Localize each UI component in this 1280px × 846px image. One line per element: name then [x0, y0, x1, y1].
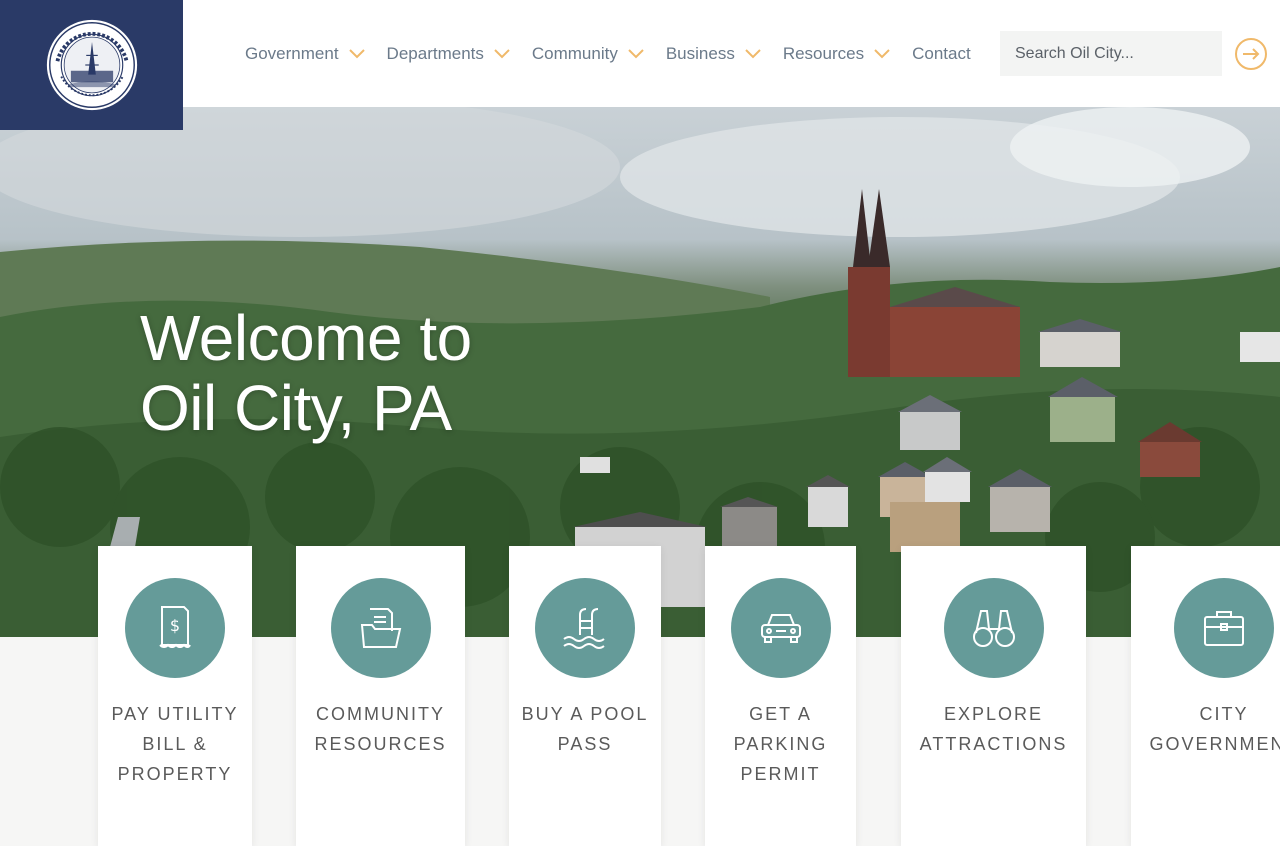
pool-icon — [563, 608, 605, 649]
card-icon-circle — [943, 578, 1044, 678]
card-icon-circle — [1174, 578, 1274, 678]
card-buy-pool-pass[interactable]: Buy a Pool Pass — [509, 546, 661, 846]
card-city-government[interactable]: City Government — [1131, 546, 1280, 846]
nav-item-resources[interactable]: Resources — [783, 44, 890, 64]
hero-title-line2: Oil City, PA — [140, 372, 452, 444]
chevron-down-icon — [745, 48, 761, 58]
city-seal-icon — [46, 19, 137, 111]
search-input[interactable] — [1000, 44, 1222, 63]
card-label: Buy a Pool Pass — [521, 704, 649, 754]
card-label: City Government — [1149, 704, 1280, 754]
nav-label: Business — [665, 43, 735, 63]
nav-item-community[interactable]: Community — [532, 44, 644, 64]
card-label: Pay Utility Bill & Property — [111, 704, 239, 784]
hero-title: Welcome to Oil City, PA — [140, 303, 472, 443]
nav-label: Resources — [782, 43, 865, 63]
card-community-resources[interactable]: Community Resources — [296, 546, 465, 846]
nav-label: Departments — [386, 43, 484, 63]
nav-item-contact[interactable]: Contact — [912, 44, 971, 64]
nav-item-departments[interactable]: Departments — [387, 44, 510, 64]
folder-icon — [360, 608, 401, 648]
nav-item-government[interactable]: Government — [245, 44, 365, 64]
site-header: Government Departments Community Busines… — [0, 0, 1280, 107]
chevron-down-icon — [874, 48, 890, 58]
card-icon-circle: $ — [125, 578, 225, 678]
card-parking-permit[interactable]: Get a Parking Permit — [705, 546, 856, 846]
card-explore-attractions[interactable]: Explore Attractions — [901, 546, 1086, 846]
search-box — [1000, 31, 1222, 76]
city-seal-logo[interactable] — [0, 0, 183, 130]
chevron-down-icon — [348, 48, 365, 58]
main-nav: Government Departments Community Busines… — [245, 0, 971, 107]
card-icon-circle — [730, 578, 831, 678]
arrow-right-circle-icon[interactable] — [1234, 37, 1268, 71]
nav-item-business[interactable]: Business — [666, 44, 761, 64]
nav-label: Community — [531, 43, 618, 63]
card-label: Explore Attractions — [919, 704, 1068, 754]
hero-title-line1: Welcome to — [140, 302, 472, 374]
binoculars-icon — [972, 610, 1015, 647]
nav-label: Government — [245, 43, 339, 63]
bill-icon: $ — [159, 606, 191, 648]
chevron-down-icon — [628, 48, 644, 58]
chevron-down-icon — [494, 48, 510, 58]
nav-label: Contact — [912, 43, 971, 63]
briefcase-icon — [1204, 611, 1244, 646]
card-label: Community Resources — [314, 704, 447, 754]
car-icon — [760, 614, 801, 643]
card-label: Get a Parking Permit — [733, 704, 828, 784]
card-icon-circle — [535, 578, 635, 678]
svg-text:$: $ — [170, 616, 180, 635]
card-pay-utility-bill[interactable]: $ Pay Utility Bill & Property — [98, 546, 252, 846]
card-icon-circle — [330, 578, 431, 678]
